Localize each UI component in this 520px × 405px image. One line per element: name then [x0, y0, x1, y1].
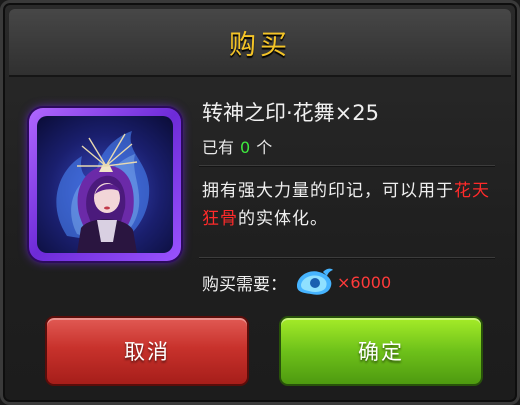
blue-spirit-flame-icon: [293, 266, 335, 298]
item-icon-frame[interactable]: [29, 108, 181, 261]
owned-count-row: 已有 0 个: [202, 134, 272, 158]
confirm-button[interactable]: 确定: [279, 316, 483, 386]
owned-suffix: 个: [256, 138, 273, 157]
owned-prefix: 已有: [202, 138, 235, 157]
description-text: 拥有强大力量的印记，可以用于: [202, 181, 454, 201]
dialog-title-bar: 购买: [9, 9, 511, 77]
item-name: 转神之印·花舞×25: [202, 101, 379, 125]
description-text-end: 的实体化。: [238, 209, 328, 229]
item-description: 拥有强大力量的印记，可以用于花天狂骨的实体化。: [202, 177, 502, 233]
cost-amount: ×6000: [337, 272, 392, 292]
cancel-button[interactable]: 取消: [45, 316, 249, 386]
purchase-dialog: 购买 转神之印·花舞×25 已有 0 个 拥有强大力量的印记，可以用于花天狂骨的…: [0, 0, 520, 405]
item-portrait-icon: [37, 116, 173, 253]
cost-row: 购买需要： ×6000: [202, 266, 391, 298]
divider-bottom: [199, 257, 495, 258]
owned-count: 0: [240, 138, 251, 157]
cost-label: 购买需要：: [202, 274, 287, 295]
dialog-title: 购买: [229, 29, 291, 61]
divider-top: [199, 165, 495, 166]
